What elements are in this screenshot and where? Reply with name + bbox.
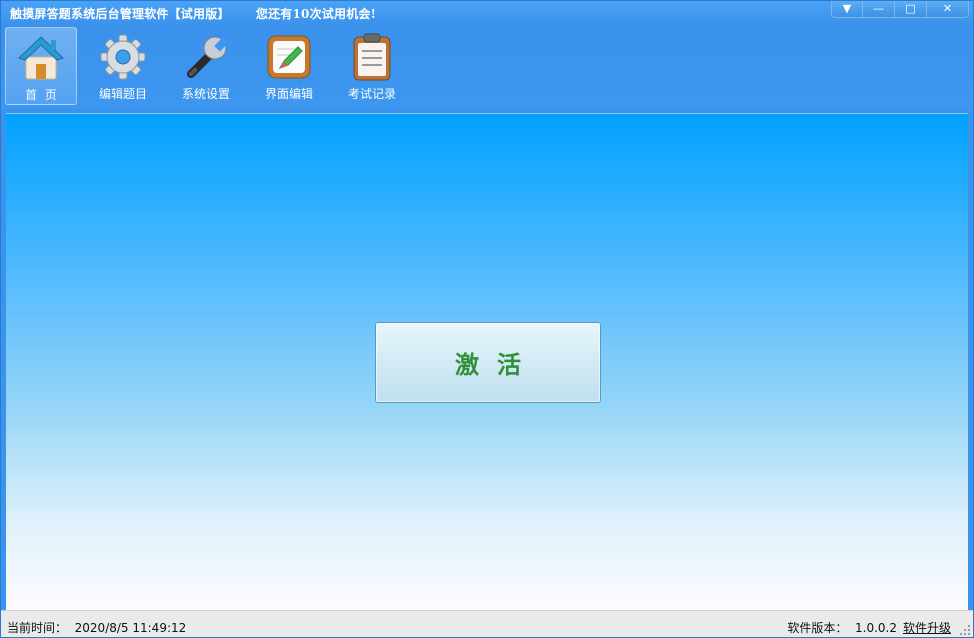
activate-button-label: 激活 [455,351,539,379]
edit-board-icon [267,35,311,79]
current-time-value: 2020/8/5 11:49:12 [74,621,187,635]
minimize-button[interactable]: — [863,1,895,18]
maximize-button[interactable]: □ [895,1,927,18]
trial-notice: 您还有10次试用机会! [255,7,377,21]
main-toolbar: 首 页 编辑题目 系统设置 界面编辑 考试记录 [1,25,973,109]
home-icon [18,36,64,80]
toolbar-system-settings-label: 系统设置 [181,87,230,101]
window-title: 触摸屏答题系统后台管理软件【试用版】 您还有10次试用机会! [10,5,376,22]
clipboard-icon [353,33,391,81]
toolbar-exam-records-label: 考试记录 [347,87,396,101]
current-time: 当前时间： 2020/8/5 11:49:12 [7,619,186,636]
version-label: 软件版本： [787,621,848,635]
app-window: 触摸屏答题系统后台管理软件【试用版】 您还有10次试用机会! ▼ — □ ✕ 首… [0,0,974,638]
toolbar-ui-edit-button[interactable]: 界面编辑 [253,27,325,105]
status-bar: 当前时间： 2020/8/5 11:49:12 软件版本： 1.0.0.2 软件升… [1,610,973,637]
title-bar[interactable]: 触摸屏答题系统后台管理软件【试用版】 您还有10次试用机会! ▼ — □ ✕ [1,1,973,25]
resize-grip-icon[interactable] [959,624,971,636]
toolbar-home-label: 首 页 [25,88,57,102]
version-value: 1.0.0.2 [855,621,897,635]
software-version: 软件版本： 1.0.0.2 软件升级 [787,619,951,636]
home-content-panel: 激活 [6,113,968,610]
toolbar-system-settings-button[interactable]: 系统设置 [170,27,242,105]
gear-icon [100,34,146,80]
app-title: 触摸屏答题系统后台管理软件【试用版】 [10,7,230,21]
toolbar-ui-edit-label: 界面编辑 [264,87,313,101]
toolbar-edit-questions-button[interactable]: 编辑题目 [87,27,159,105]
close-button[interactable]: ✕ [927,1,969,18]
activate-button[interactable]: 激活 [375,322,601,403]
toolbar-edit-questions-label: 编辑题目 [98,87,147,101]
current-time-label: 当前时间： [7,621,68,635]
dropdown-menu-button[interactable]: ▼ [831,1,863,18]
software-upgrade-link[interactable]: 软件升级 [903,621,951,635]
toolbar-exam-records-button[interactable]: 考试记录 [336,27,408,105]
wrench-icon [187,36,230,78]
toolbar-home-button[interactable]: 首 页 [5,27,77,105]
window-controls: ▼ — □ ✕ [831,1,969,18]
